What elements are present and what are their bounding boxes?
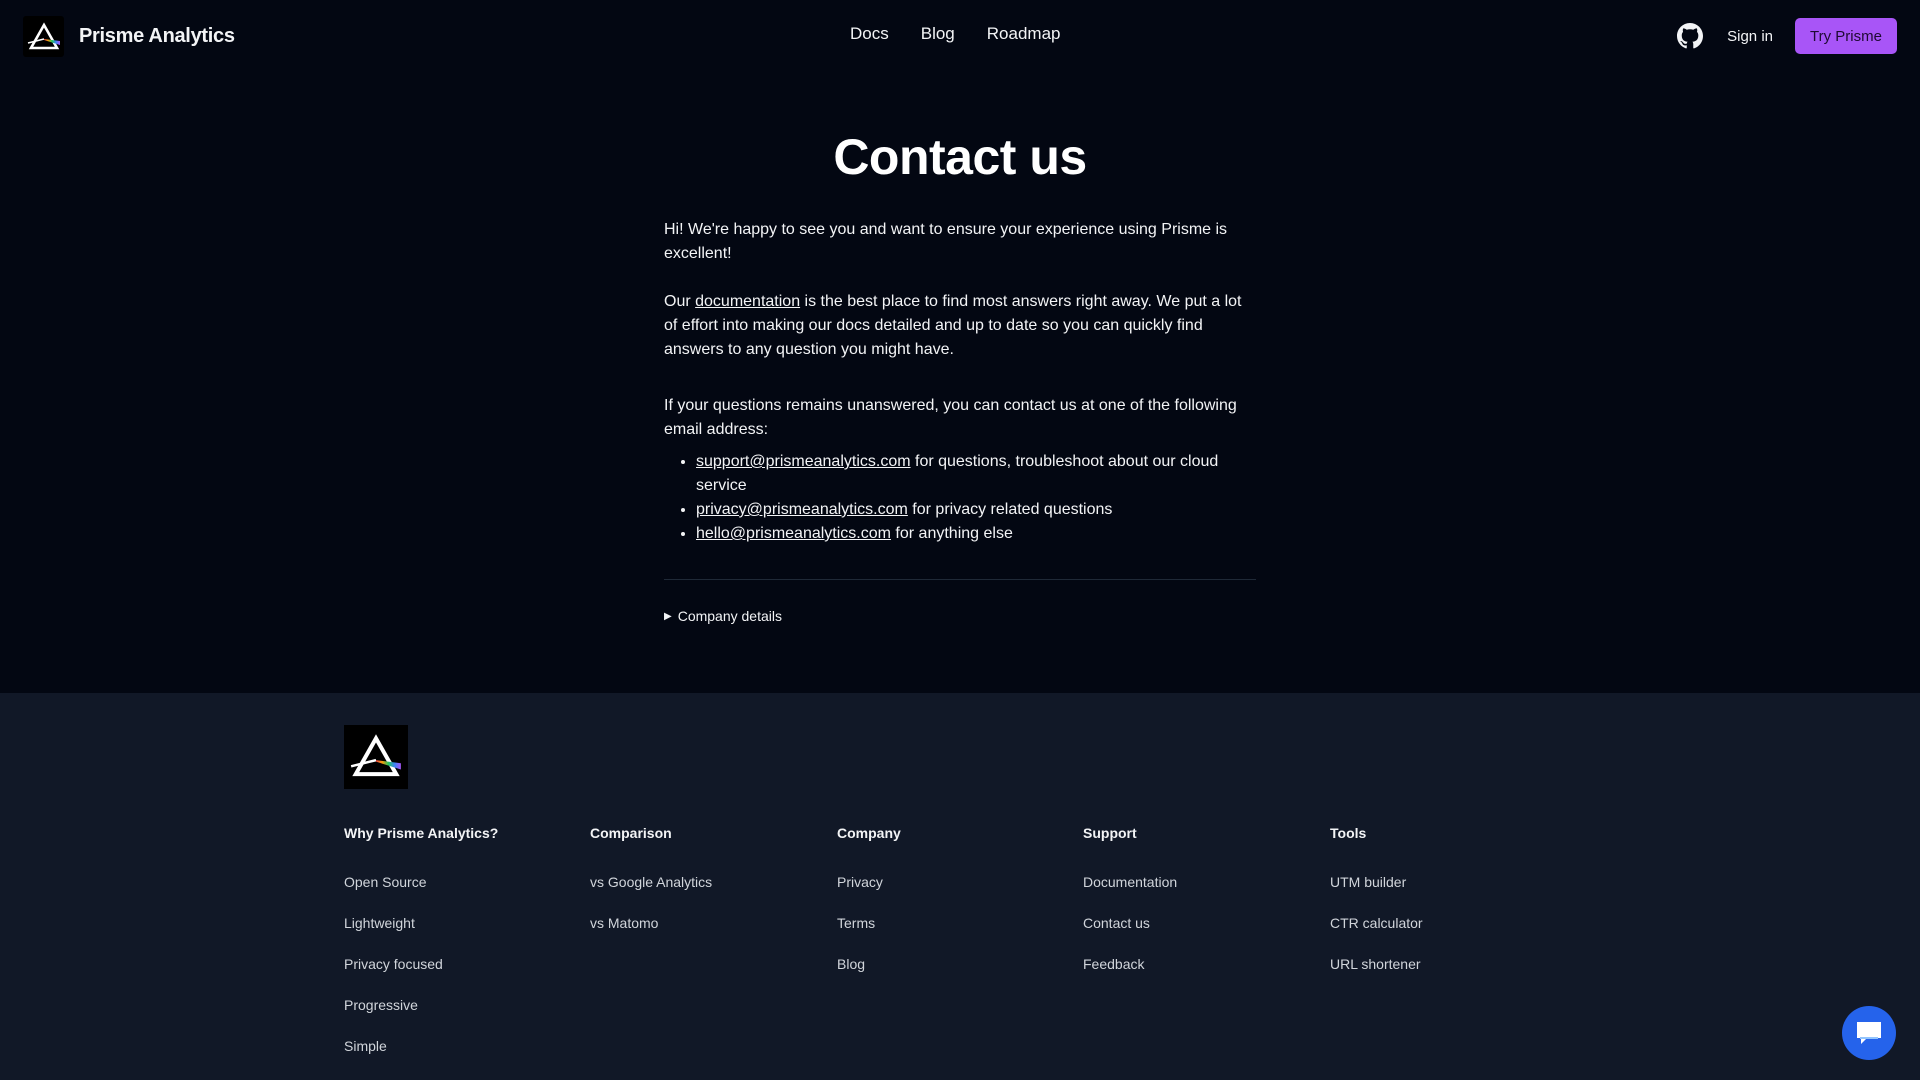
nav-roadmap[interactable]: Roadmap (987, 24, 1061, 44)
github-icon[interactable] (1677, 23, 1704, 49)
footer-link-privacy-focused[interactable]: Privacy focused (344, 956, 498, 972)
hello-email-link[interactable]: hello@prismeanalytics.com (696, 525, 891, 542)
footer-link-blog[interactable]: Blog (837, 956, 901, 972)
company-details-label: Company details (677, 608, 782, 624)
footer-link-documentation[interactable]: Documentation (1083, 874, 1177, 890)
list-item: hello@prismeanalytics.com for anything e… (696, 522, 1256, 546)
company-details-toggle[interactable]: ▶ Company details (664, 608, 1256, 624)
disclosure-triangle-icon: ▶ (664, 610, 672, 622)
footer-link-simple[interactable]: Simple (344, 1038, 498, 1054)
brand-name: Prisme Analytics (79, 25, 235, 47)
sign-in-link[interactable]: Sign in (1727, 28, 1773, 45)
divider (664, 579, 1256, 580)
documentation-link[interactable]: documentation (695, 293, 800, 310)
chat-button[interactable] (1842, 1006, 1896, 1060)
brand-link[interactable]: Prisme Analytics (23, 16, 235, 57)
footer-col-comparison: Comparison vs Google Analytics vs Matomo (590, 825, 712, 956)
footer-heading: Company (837, 825, 901, 841)
email-list: support@prismeanalytics.com for question… (664, 450, 1256, 546)
nav-docs[interactable]: Docs (850, 24, 889, 44)
intro-paragraph: Hi! We're happy to see you and want to e… (664, 221, 1228, 262)
site-footer: Why Prisme Analytics? Open Source Lightw… (0, 693, 1920, 1080)
list-item: support@prismeanalytics.com for question… (696, 450, 1256, 498)
footer-link-lightweight[interactable]: Lightweight (344, 915, 498, 931)
chat-bubble-icon (1857, 1022, 1881, 1044)
docs-prefix: Our (664, 293, 696, 310)
footer-heading: Comparison (590, 825, 672, 841)
page-title: Contact us (833, 129, 1087, 185)
footer-link-ctr-calculator[interactable]: CTR calculator (1330, 915, 1423, 931)
footer-link-progressive[interactable]: Progressive (344, 997, 498, 1013)
main-nav: Docs Blog Roadmap (850, 24, 1060, 44)
footer-link-vs-google-analytics[interactable]: vs Google Analytics (590, 874, 712, 890)
footer-link-utm-builder[interactable]: UTM builder (1330, 874, 1423, 890)
nav-blog[interactable]: Blog (921, 24, 955, 44)
footer-heading: Support (1083, 825, 1137, 841)
footer-link-url-shortener[interactable]: URL shortener (1330, 956, 1423, 972)
contact-content: Contact us Hi! We're happy to see you an… (664, 128, 1256, 624)
list-item: privacy@prismeanalytics.com for privacy … (696, 498, 1256, 522)
footer-col-support: Support Documentation Contact us Feedbac… (1083, 825, 1177, 997)
footer-link-vs-matomo[interactable]: vs Matomo (590, 915, 712, 931)
footer-link-contact-us[interactable]: Contact us (1083, 915, 1177, 931)
footer-link-privacy[interactable]: Privacy (837, 874, 901, 890)
footer-col-why: Why Prisme Analytics? Open Source Lightw… (344, 825, 498, 1079)
docs-paragraph: Our documentation is the best place to f… (664, 290, 1256, 362)
contact-intro: If your questions remains unanswered, yo… (664, 397, 1237, 438)
privacy-email-desc: for privacy related questions (907, 501, 1113, 518)
prism-logo-icon[interactable] (344, 725, 408, 789)
hello-email-desc: for anything else (890, 525, 1013, 542)
prism-logo-icon (23, 16, 64, 57)
footer-link-feedback[interactable]: Feedback (1083, 956, 1177, 972)
site-header: Prisme Analytics Docs Blog Roadmap Sign … (0, 0, 1920, 72)
try-prisme-button[interactable]: Try Prisme (1795, 18, 1897, 54)
footer-heading: Why Prisme Analytics? (344, 825, 499, 841)
header-actions: Sign in Try Prisme (1677, 18, 1897, 54)
footer-link-open-source[interactable]: Open Source (344, 874, 498, 890)
support-email-link[interactable]: support@prismeanalytics.com (696, 453, 911, 470)
footer-heading: Tools (1330, 825, 1367, 841)
privacy-email-link[interactable]: privacy@prismeanalytics.com (696, 501, 908, 518)
footer-col-tools: Tools UTM builder CTR calculator URL sho… (1330, 825, 1423, 997)
footer-col-company: Company Privacy Terms Blog (837, 825, 901, 997)
footer-link-terms[interactable]: Terms (837, 915, 901, 931)
